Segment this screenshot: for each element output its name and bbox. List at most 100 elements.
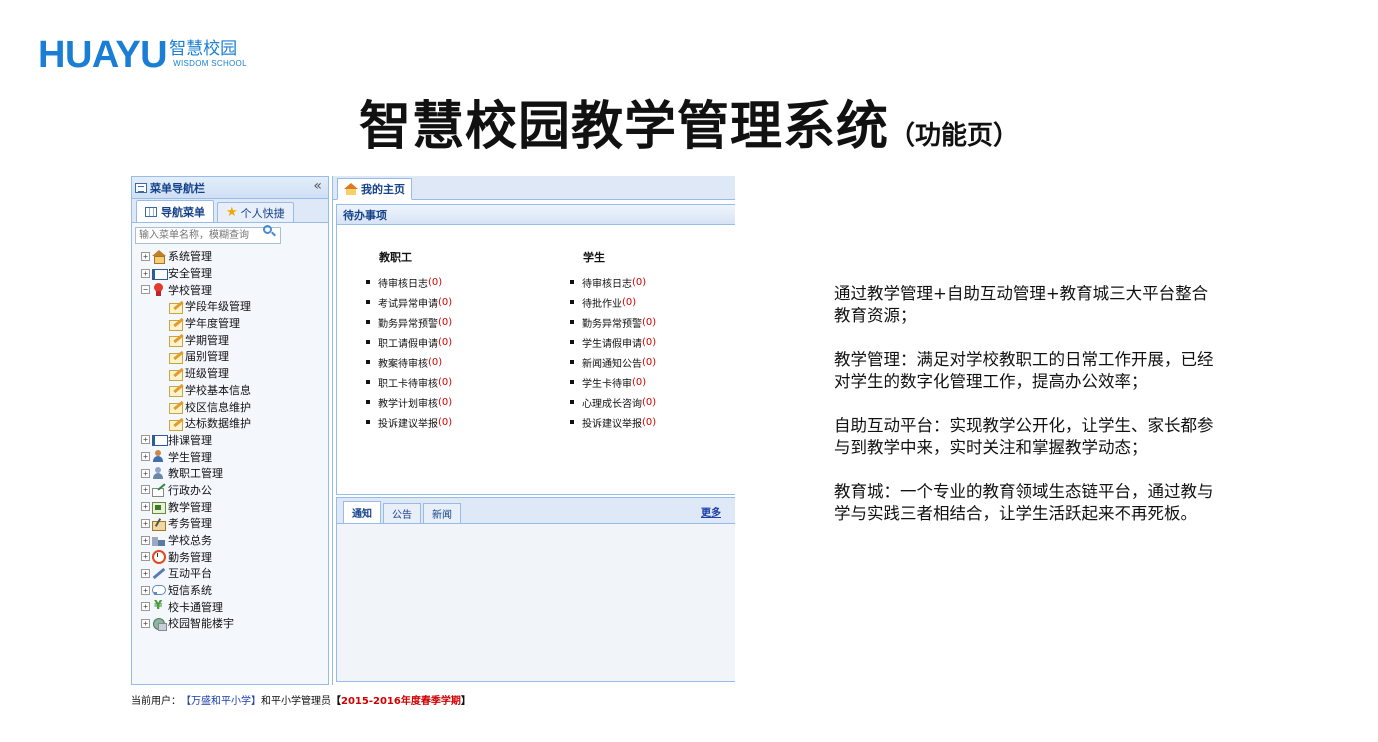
todo-item[interactable]: 心理成长咨询 (0) — [570, 392, 656, 412]
expand-icon[interactable]: + — [141, 251, 150, 261]
slide-title-main: 智慧校园教学管理系统 — [358, 97, 889, 157]
todo-item[interactable]: 新闻通知公告 (0) — [570, 352, 656, 372]
tab-announcement[interactable]: 公告 — [383, 503, 421, 523]
tree-item[interactable]: + 互动平台 — [141, 565, 328, 582]
expand-icon[interactable]: + — [141, 585, 150, 595]
todo-item-label: 职工卡待审核 — [378, 378, 438, 390]
pencil-icon — [168, 317, 183, 331]
more-link[interactable]: 更多 — [701, 504, 721, 519]
todo-item[interactable]: 职工请假申请 (0) — [366, 332, 452, 352]
todo-item-label: 新闻通知公告 — [582, 358, 642, 370]
todo-item[interactable]: 待审核日志 (0) — [366, 272, 452, 292]
tree-item[interactable]: 学年度管理 — [141, 315, 328, 332]
search-icon[interactable] — [263, 225, 272, 234]
expand-icon[interactable]: + — [141, 485, 150, 495]
tree-item[interactable]: + 排课管理 — [141, 432, 328, 449]
status-school: 【万盛和平小学】 — [181, 695, 261, 707]
todo-item[interactable]: 勤务异常预警 (0) — [366, 312, 452, 332]
todo-item[interactable]: 学生卡待审 (0) — [570, 372, 656, 392]
tree-item[interactable]: 学期管理 — [141, 331, 328, 348]
expand-icon[interactable]: + — [141, 552, 150, 562]
tree-item-label: 学校基本信息 — [185, 383, 251, 397]
todo-item[interactable]: 勤务异常预警 (0) — [570, 312, 656, 332]
tree-item[interactable]: 达标数据维护 — [141, 415, 328, 432]
tab-nav-menu[interactable]: 导航菜单 — [136, 200, 214, 222]
tab-news[interactable]: 新闻 — [423, 503, 461, 523]
tree-item-label: 班级管理 — [185, 367, 229, 381]
slide-title: 智慧校园教学管理系统（功能页） — [0, 84, 1378, 159]
notice-panel: 通知 公告 新闻 更多 — [336, 497, 735, 682]
tree-item[interactable]: 学校基本信息 — [141, 382, 328, 399]
tree-item-label: 学生管理 — [168, 450, 212, 464]
todo-item-count: (0) — [428, 356, 443, 368]
todo-item[interactable]: 待批作业 (0) — [570, 292, 656, 312]
expand-icon[interactable]: + — [141, 518, 150, 528]
book-icon — [151, 267, 168, 280]
app-screenshot: 菜单导航栏 « 导航菜单 ★ 个人快捷 + 系统管理 + 安全管理 − 学校管理学段年级管… — [131, 176, 735, 708]
pencil-icon — [168, 383, 183, 398]
todo-item[interactable]: 教案待审核 (0) — [366, 352, 452, 372]
todo-item[interactable]: 考试异常申请 (0) — [366, 292, 452, 312]
tree-item[interactable]: + 系统管理 — [141, 248, 328, 265]
expand-icon[interactable]: + — [141, 568, 150, 578]
expand-icon[interactable]: + — [141, 502, 150, 512]
todo-item[interactable]: 待审核日志 (0) — [570, 272, 656, 292]
menu-search-input[interactable] — [135, 227, 281, 244]
pencil-icon — [168, 350, 183, 364]
todo-student-list: 待审核日志 (0) 待批作业 (0) 勤务异常预警 (0) 学生请假申请 (0) 新闻通知公告(… — [570, 272, 656, 432]
tree-item-label: 学校总务 — [168, 534, 212, 548]
logo: HUAYU 智慧校园 WISDOM SCHOOL — [38, 36, 247, 76]
sidebar-title: 菜单导航栏 — [150, 181, 205, 195]
tree-item[interactable]: + 安全管理 — [141, 265, 328, 282]
expand-icon[interactable]: + — [141, 268, 150, 278]
bullet-icon — [366, 320, 370, 324]
collapse-node-icon[interactable]: − — [141, 285, 150, 295]
tree-item-label: 学段年级管理 — [185, 300, 251, 314]
todo-item[interactable]: 教学计划审核 (0) — [366, 392, 452, 412]
tree-item-label: 学校管理 — [168, 283, 212, 297]
expand-icon[interactable]: + — [141, 468, 150, 478]
tree-item[interactable]: 学段年级管理 — [141, 298, 328, 315]
tree-item[interactable]: 校区信息维护 — [141, 398, 328, 415]
tree-item[interactable]: + 勤务管理 — [141, 548, 328, 565]
staff-icon — [151, 466, 166, 480]
tree-item[interactable]: 届别管理 — [141, 348, 328, 365]
tree-item[interactable]: + 学校总务 — [141, 532, 328, 549]
collapse-icon[interactable]: « — [313, 178, 322, 194]
tree-item[interactable]: 班级管理 — [141, 365, 328, 382]
tree-item-label: 达标数据维护 — [185, 417, 251, 431]
todo-item[interactable]: 职工卡待审核 (0) — [366, 372, 452, 392]
tab-my-home-label: 我的主页 — [361, 183, 405, 196]
tree-item[interactable]: + 教学管理 — [141, 498, 328, 515]
menu-tree: + 系统管理 + 安全管理 − 学校管理 学段年级管理 学年度管理 学期管理 届别管理 班级管理 学校… — [132, 248, 328, 632]
tree-item[interactable]: + 行政办公 — [141, 482, 328, 499]
todo-item[interactable]: 投诉建议举报 (0) — [366, 412, 452, 432]
tab-my-home[interactable]: 我的主页 — [337, 178, 412, 200]
expand-icon[interactable]: + — [141, 602, 150, 612]
tab-notice[interactable]: 通知 — [343, 501, 381, 523]
home-icon — [344, 183, 358, 195]
todo-item-count: (0) — [642, 396, 657, 408]
tab-personal-shortcuts[interactable]: ★ 个人快捷 — [217, 202, 294, 222]
expand-icon[interactable]: + — [141, 535, 150, 545]
house-icon — [151, 249, 166, 264]
tree-item[interactable]: + 考务管理 — [141, 515, 328, 532]
tree-item[interactable]: + 校园智能楼宇 — [141, 615, 328, 632]
tree-item[interactable]: + 校卡通管理 — [141, 598, 328, 615]
exam-icon — [151, 517, 166, 531]
tree-item[interactable]: + 短信系统 — [141, 582, 328, 599]
todo-item[interactable]: 学生请假申请 (0) — [570, 332, 656, 352]
grid-icon — [145, 206, 157, 217]
tree-item[interactable]: − 学校管理 — [141, 281, 328, 298]
tree-item[interactable]: + 学生管理 — [141, 448, 328, 465]
todo-staff-list: 待审核日志 (0) 考试异常申请 (0) 勤务异常预警 (0) 职工请假申请 (0) 教案待审核… — [366, 272, 452, 432]
pencil-icon — [168, 400, 183, 415]
todo-item-label: 职工请假申请 — [378, 338, 438, 350]
expand-icon[interactable]: + — [141, 452, 150, 462]
tree-item[interactable]: + 教职工管理 — [141, 465, 328, 482]
sidebar-tabs: 导航菜单 ★ 个人快捷 — [132, 199, 328, 223]
todo-item[interactable]: 投诉建议举报 (0) — [570, 412, 656, 432]
description-paragraph: 教学管理：满足对学校教职工的日常工作开展，已经对学生的数字化管理工作，提高办公效… — [834, 350, 1214, 391]
expand-icon[interactable]: + — [141, 618, 150, 628]
expand-icon[interactable]: + — [141, 435, 150, 445]
